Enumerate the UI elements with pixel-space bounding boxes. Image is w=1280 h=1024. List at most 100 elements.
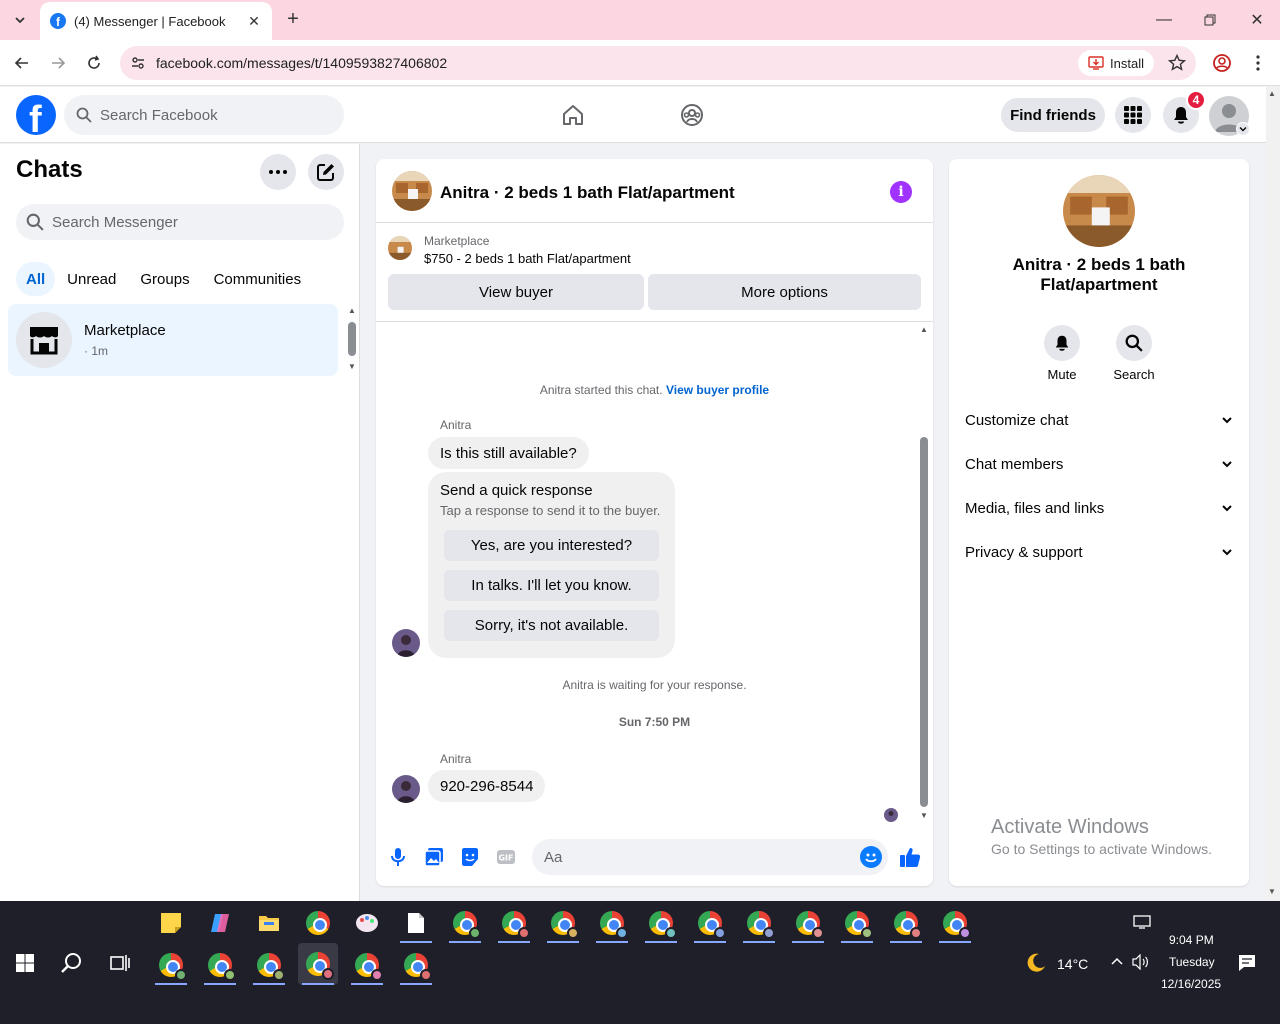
chrome-window[interactable] bbox=[788, 903, 828, 943]
scrollbar-thumb[interactable] bbox=[348, 322, 356, 356]
profile-button[interactable] bbox=[1210, 51, 1234, 75]
chrome-window[interactable] bbox=[445, 903, 485, 943]
task-view-button[interactable] bbox=[100, 943, 140, 983]
tab-close-icon[interactable]: ✕ bbox=[246, 13, 262, 30]
chrome-window[interactable] bbox=[739, 903, 779, 943]
chrome-window[interactable] bbox=[249, 945, 289, 985]
chrome-window[interactable] bbox=[592, 903, 632, 943]
chrome-window-active[interactable] bbox=[298, 943, 338, 985]
file-explorer-app[interactable] bbox=[249, 903, 289, 943]
gif-button[interactable]: GIF bbox=[494, 845, 518, 869]
install-app-button[interactable]: Install bbox=[1078, 50, 1154, 76]
attach-media-button[interactable] bbox=[422, 845, 446, 869]
home-nav-button[interactable] bbox=[559, 101, 587, 129]
filter-unread[interactable]: Unread bbox=[55, 262, 128, 296]
network-icon[interactable] bbox=[1133, 915, 1151, 932]
paint-app[interactable] bbox=[347, 903, 387, 943]
restore-button[interactable] bbox=[1187, 0, 1233, 40]
quick-response-button[interactable]: Sorry, it's not available. bbox=[444, 610, 659, 641]
chrome-window[interactable] bbox=[151, 945, 191, 985]
sticker-button[interactable] bbox=[458, 845, 482, 869]
start-button[interactable] bbox=[5, 943, 45, 983]
chat-members-row[interactable]: Chat members bbox=[965, 446, 1233, 482]
filter-all[interactable]: All bbox=[16, 262, 56, 296]
weather-moon-icon[interactable] bbox=[1024, 951, 1048, 978]
notification-center-icon[interactable] bbox=[1238, 954, 1256, 975]
conversation-scrollbar[interactable]: ▲ ▼ bbox=[918, 325, 930, 821]
chats-options-button[interactable] bbox=[260, 154, 296, 190]
chrome-window[interactable] bbox=[396, 945, 436, 985]
page-scrollbar[interactable]: ▲ ▼ bbox=[1266, 87, 1280, 901]
quick-response-button[interactable]: In talks. I'll let you know. bbox=[444, 570, 659, 601]
copilot-app[interactable] bbox=[200, 903, 240, 943]
clock-day[interactable]: Tuesday bbox=[1169, 955, 1215, 969]
view-buyer-profile-link[interactable]: View buyer profile bbox=[666, 383, 769, 397]
message-bubble[interactable]: 920-296-8544 bbox=[428, 770, 546, 802]
mute-action[interactable]: Mute bbox=[1032, 325, 1092, 382]
menu-button[interactable] bbox=[1115, 97, 1151, 133]
conversation-title[interactable]: Anitra · 2 beds 1 bath Flat/apartment bbox=[440, 183, 735, 203]
customize-chat-row[interactable]: Customize chat bbox=[965, 402, 1233, 438]
chrome-app[interactable] bbox=[298, 903, 338, 943]
address-bar[interactable]: facebook.com/messages/t/1409593827406802… bbox=[120, 46, 1196, 80]
chat-list-scrollbar[interactable]: ▲ ▼ bbox=[344, 306, 358, 374]
buyer-avatar[interactable] bbox=[392, 775, 420, 803]
url-text[interactable]: facebook.com/messages/t/1409593827406802 bbox=[156, 55, 1078, 71]
filter-communities[interactable]: Communities bbox=[202, 262, 314, 296]
listing-avatar[interactable] bbox=[392, 171, 432, 211]
info-icon[interactable]: i bbox=[890, 181, 912, 203]
quick-response-button[interactable]: Yes, are you interested? bbox=[444, 530, 659, 561]
chrome-window[interactable] bbox=[543, 903, 583, 943]
close-window-button[interactable]: ✕ bbox=[1234, 0, 1280, 40]
account-chevron-icon[interactable] bbox=[1236, 122, 1250, 136]
media-files-links-row[interactable]: Media, files and links bbox=[965, 490, 1233, 526]
chrome-window[interactable] bbox=[837, 903, 877, 943]
chrome-window[interactable] bbox=[200, 945, 240, 985]
tab-search-button[interactable] bbox=[0, 0, 40, 40]
bell-icon[interactable] bbox=[1044, 325, 1080, 361]
sticky-notes-app[interactable] bbox=[151, 903, 191, 943]
like-button[interactable] bbox=[898, 845, 922, 869]
groups-nav-button[interactable] bbox=[678, 101, 706, 129]
clock-time[interactable]: 9:04 PM bbox=[1169, 933, 1214, 947]
temperature[interactable]: 14°C bbox=[1057, 956, 1088, 972]
show-hidden-icons-chevron-icon[interactable] bbox=[1110, 955, 1124, 969]
site-info-icon[interactable] bbox=[120, 55, 156, 71]
bookmark-star-icon[interactable] bbox=[1162, 54, 1192, 72]
message-input[interactable]: Aa bbox=[532, 839, 888, 875]
voice-clip-button[interactable] bbox=[386, 845, 410, 869]
facebook-search-input[interactable]: Search Facebook bbox=[64, 95, 344, 135]
search-action[interactable]: Search bbox=[1104, 325, 1164, 382]
browser-tab[interactable]: f (4) Messenger | Facebook ✕ bbox=[40, 2, 272, 40]
emoji-icon[interactable] bbox=[860, 846, 882, 868]
new-message-button[interactable] bbox=[308, 154, 344, 190]
find-friends-button[interactable]: Find friends bbox=[1001, 98, 1105, 132]
filter-groups[interactable]: Groups bbox=[128, 262, 201, 296]
notepad-app[interactable] bbox=[396, 903, 436, 943]
facebook-logo-icon[interactable]: f bbox=[16, 95, 56, 141]
clock-date[interactable]: 12/16/2025 bbox=[1161, 977, 1221, 991]
chrome-window[interactable] bbox=[690, 903, 730, 943]
new-tab-button[interactable]: + bbox=[282, 8, 304, 30]
messenger-search-input[interactable]: Search Messenger bbox=[16, 204, 344, 240]
view-buyer-button[interactable]: View buyer bbox=[388, 274, 644, 310]
chrome-window[interactable] bbox=[494, 903, 534, 943]
back-button[interactable] bbox=[10, 51, 34, 75]
chrome-window[interactable] bbox=[935, 903, 975, 943]
minimize-button[interactable]: — bbox=[1141, 0, 1187, 40]
listing-thumbnail[interactable] bbox=[388, 236, 412, 260]
chrome-window[interactable] bbox=[347, 945, 387, 985]
privacy-support-row[interactable]: Privacy & support bbox=[965, 534, 1233, 570]
chrome-window[interactable] bbox=[641, 903, 681, 943]
message-bubble[interactable]: Is this still available? bbox=[428, 437, 589, 469]
search-icon[interactable] bbox=[1116, 325, 1152, 361]
buyer-avatar[interactable] bbox=[392, 629, 420, 657]
listing-photo[interactable] bbox=[1063, 175, 1135, 247]
more-options-button[interactable]: More options bbox=[648, 274, 921, 310]
scrollbar-thumb[interactable] bbox=[920, 437, 928, 807]
chat-list-item[interactable]: Marketplace · 1m bbox=[8, 304, 338, 376]
forward-button[interactable] bbox=[46, 51, 70, 75]
reload-button[interactable] bbox=[82, 51, 106, 75]
taskbar-search-button[interactable] bbox=[52, 943, 92, 983]
browser-menu-button[interactable] bbox=[1246, 51, 1270, 75]
